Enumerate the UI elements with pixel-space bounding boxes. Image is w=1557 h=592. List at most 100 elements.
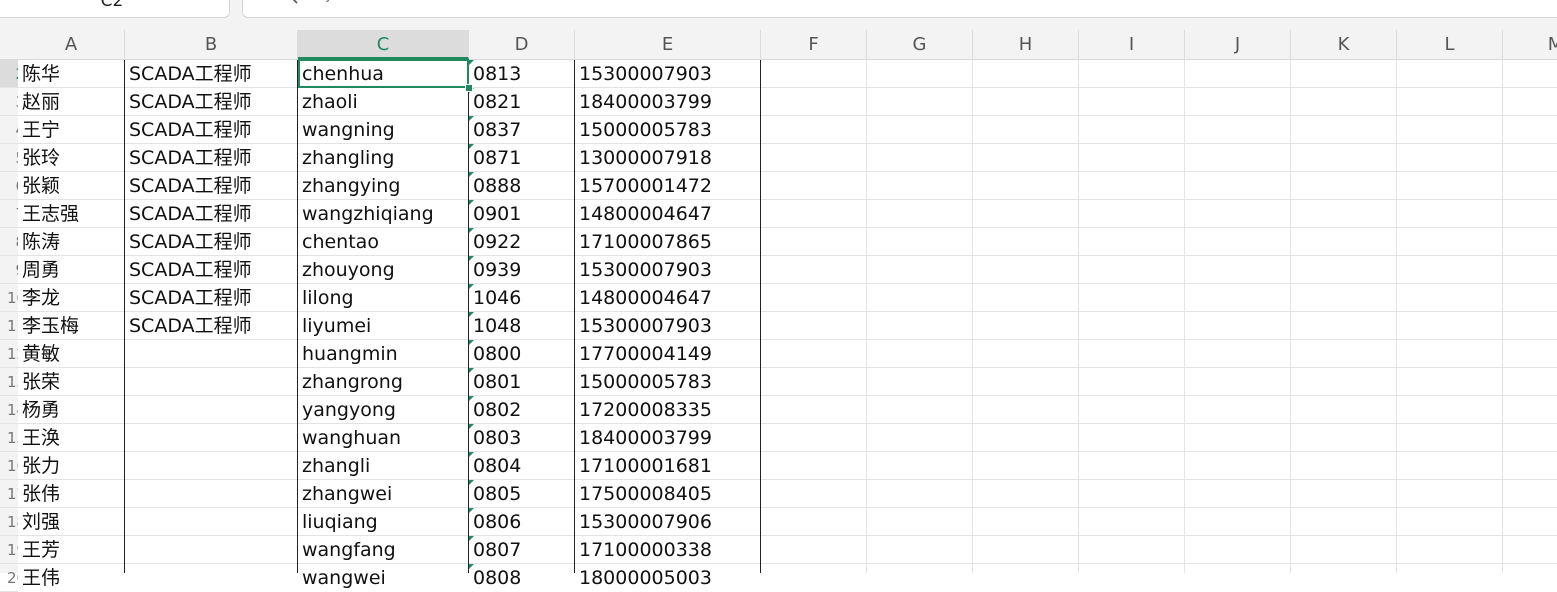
cell-role[interactable]: SCADA工程师	[129, 256, 296, 284]
row-header[interactable]: 2	[0, 60, 18, 88]
column-header-k[interactable]: K	[1291, 30, 1397, 59]
cell-code[interactable]: 0939	[473, 256, 573, 284]
cell-pinyin[interactable]: zhangwei	[302, 480, 467, 508]
cell-phone[interactable]: 17100001681	[579, 452, 759, 480]
cell-name[interactable]: 刘强	[22, 508, 123, 536]
row-header[interactable]: 7	[0, 200, 18, 228]
row-header[interactable]: 20	[0, 564, 18, 592]
cell-phone[interactable]: 15700001472	[579, 172, 759, 200]
row-header[interactable]: 10	[0, 284, 18, 312]
cell-name[interactable]: 张伟	[22, 480, 123, 508]
cell-pinyin[interactable]: zhangli	[302, 452, 467, 480]
cell-name[interactable]: 王志强	[22, 200, 123, 228]
row-header[interactable]: 4	[0, 116, 18, 144]
cell-phone[interactable]: 15300007906	[579, 508, 759, 536]
row-header[interactable]: 14	[0, 396, 18, 424]
column-header-b[interactable]: B	[125, 30, 298, 59]
cell-code[interactable]: 1046	[473, 284, 573, 312]
cell-pinyin[interactable]: zhangling	[302, 144, 467, 172]
cell-pinyin[interactable]: zhangying	[302, 172, 467, 200]
cell-code[interactable]: 0837	[473, 116, 573, 144]
row-header[interactable]: 11	[0, 312, 18, 340]
column-header-l[interactable]: L	[1397, 30, 1503, 59]
cell-pinyin[interactable]: liuqiang	[302, 508, 467, 536]
cell-phone[interactable]: 13000007918	[579, 144, 759, 172]
row-header[interactable]: 6	[0, 172, 18, 200]
cell-code[interactable]: 0801	[473, 368, 573, 396]
cell-name[interactable]: 张颖	[22, 172, 123, 200]
column-header-m[interactable]: M	[1503, 30, 1557, 59]
cell-name[interactable]: 张荣	[22, 368, 123, 396]
cell-phone[interactable]: 18400003799	[579, 88, 759, 116]
row-header[interactable]: 5	[0, 144, 18, 172]
cell-code[interactable]: 0821	[473, 88, 573, 116]
cell-code[interactable]: 0871	[473, 144, 573, 172]
cell-pinyin[interactable]: lilong	[302, 284, 467, 312]
cell-code[interactable]: 0806	[473, 508, 573, 536]
cell-role[interactable]: SCADA工程师	[129, 88, 296, 116]
cell-pinyin[interactable]: zhaoli	[302, 88, 467, 116]
cell-name[interactable]: 周勇	[22, 256, 123, 284]
row-header[interactable]: 19	[0, 536, 18, 564]
cell-pinyin[interactable]: wanghuan	[302, 424, 467, 452]
cell-pinyin[interactable]: wangzhiqiang	[302, 200, 467, 228]
cell-name[interactable]: 张玲	[22, 144, 123, 172]
cell-role[interactable]: SCADA工程师	[129, 312, 296, 340]
cell-pinyin[interactable]: liyumei	[302, 312, 467, 340]
cell-role[interactable]: SCADA工程师	[129, 144, 296, 172]
cell-pinyin[interactable]: yangyong	[302, 396, 467, 424]
cell-role[interactable]: SCADA工程师	[129, 172, 296, 200]
cell-phone[interactable]: 15300007903	[579, 312, 759, 340]
cell-code[interactable]: 0813	[473, 60, 573, 88]
cell-code[interactable]: 0888	[473, 172, 573, 200]
cell-pinyin[interactable]: wangwei	[302, 564, 467, 592]
fill-handle[interactable]	[465, 84, 473, 92]
column-header-h[interactable]: H	[973, 30, 1079, 59]
column-header-f[interactable]: F	[761, 30, 867, 59]
row-header[interactable]: 8	[0, 228, 18, 256]
cell-phone[interactable]: 17100007865	[579, 228, 759, 256]
cell-pinyin[interactable]: chentao	[302, 228, 467, 256]
cell-phone[interactable]: 15000005783	[579, 368, 759, 396]
column-header-i[interactable]: I	[1079, 30, 1185, 59]
cell-phone[interactable]: 15300007903	[579, 256, 759, 284]
cell-name[interactable]: 王伟	[22, 564, 123, 592]
row-header[interactable]: 15	[0, 424, 18, 452]
cell-role[interactable]: SCADA工程师	[129, 284, 296, 312]
cell-phone[interactable]: 17100000338	[579, 536, 759, 564]
name-box[interactable]: C2	[0, 0, 230, 18]
cell-pinyin[interactable]: wangfang	[302, 536, 467, 564]
cell-name[interactable]: 王芳	[22, 536, 123, 564]
cell-phone[interactable]: 18000005003	[579, 564, 759, 592]
fx-icon[interactable]: fx	[327, 0, 341, 3]
cell-phone[interactable]: 15000005783	[579, 116, 759, 144]
cell-code[interactable]: 1048	[473, 312, 573, 340]
column-header-a[interactable]: A	[18, 30, 125, 59]
column-header-c[interactable]: C	[298, 30, 469, 59]
cell-name[interactable]: 王宁	[22, 116, 123, 144]
cell-code[interactable]: 0805	[473, 480, 573, 508]
cell-pinyin[interactable]: wangning	[302, 116, 467, 144]
cell-code[interactable]: 0803	[473, 424, 573, 452]
cell-name[interactable]: 李龙	[22, 284, 123, 312]
cell-code[interactable]: 0802	[473, 396, 573, 424]
cell-phone[interactable]: 18400003799	[579, 424, 759, 452]
cell-phone[interactable]: 17500008405	[579, 480, 759, 508]
formula-input[interactable]: fx chenhua	[242, 0, 1557, 18]
row-header[interactable]: 18	[0, 508, 18, 536]
cell-grid[interactable]: 陈华 SCADA工程师 chenhua 0813 15300007903 赵丽 SCADA工…	[18, 60, 1557, 589]
cell-pinyin[interactable]: zhangrong	[302, 368, 467, 396]
cell-name[interactable]: 陈涛	[22, 228, 123, 256]
cell-pinyin[interactable]: zhouyong	[302, 256, 467, 284]
column-header-g[interactable]: G	[867, 30, 973, 59]
row-header[interactable]: 17	[0, 480, 18, 508]
cell-role[interactable]: SCADA工程师	[129, 200, 296, 228]
cell-name[interactable]: 杨勇	[22, 396, 123, 424]
cell-code[interactable]: 0804	[473, 452, 573, 480]
column-header-d[interactable]: D	[469, 30, 575, 59]
cell-code[interactable]: 0808	[473, 564, 573, 592]
cell-phone[interactable]: 17700004149	[579, 340, 759, 368]
column-header-j[interactable]: J	[1185, 30, 1291, 59]
row-header[interactable]: 3	[0, 88, 18, 116]
magnifier-icon[interactable]	[279, 0, 299, 7]
